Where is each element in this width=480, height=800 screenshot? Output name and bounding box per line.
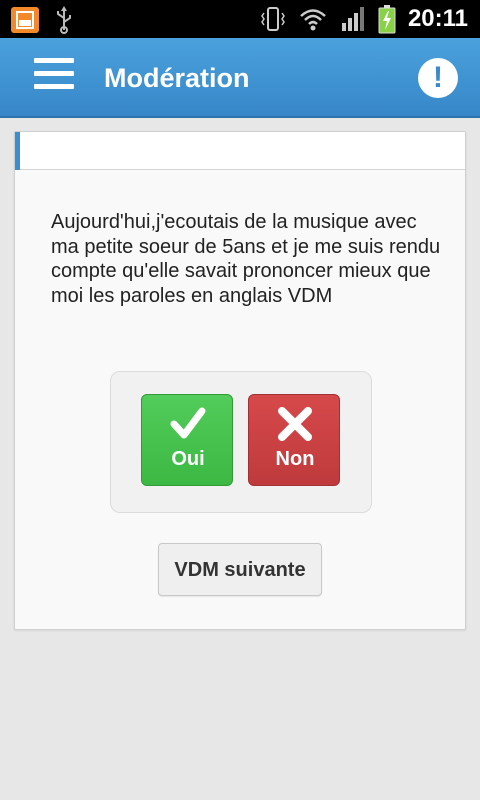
next-vdm-button[interactable]: VDM suivante (158, 543, 322, 596)
story-card: Aujourd'hui,j'ecoutais de la musique ave… (14, 131, 466, 630)
vote-panel: Oui Non (110, 371, 372, 513)
usb-icon (57, 6, 71, 34)
vote-no-label: Non (275, 448, 315, 470)
battery-charging-icon (378, 5, 396, 34)
wifi-icon (300, 9, 326, 31)
alert-glyph: ! (433, 61, 443, 94)
vote-yes-label: Oui (171, 448, 205, 470)
card-header (15, 132, 465, 170)
vote-no-button[interactable]: Non (248, 394, 340, 486)
story-text: Aujourd'hui,j'ecoutais de la musique ave… (51, 211, 441, 307)
cross-icon (278, 407, 312, 441)
exclamation-icon[interactable]: ! (418, 58, 458, 98)
signal-icon (341, 7, 364, 31)
card-accent (15, 132, 20, 170)
check-icon (170, 407, 206, 439)
page-title: Modération (104, 63, 250, 93)
hamburger-menu-icon[interactable] (34, 58, 78, 98)
app-notification-icon (11, 7, 39, 33)
clock: 20:11 (407, 5, 468, 32)
vibrate-icon (261, 7, 285, 31)
action-bar: Modération ! (0, 38, 480, 118)
vote-yes-button[interactable]: Oui (141, 394, 233, 486)
status-bar: 20:11 (0, 0, 480, 38)
